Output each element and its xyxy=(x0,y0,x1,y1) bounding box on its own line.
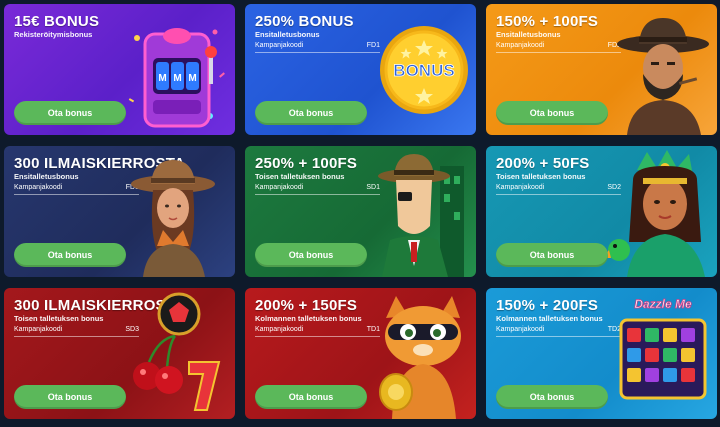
promo-code-label: Kampanjakoodi xyxy=(496,326,545,333)
cowboy-icon xyxy=(617,18,709,135)
slot-machine-icon: M M M xyxy=(128,28,225,128)
dazzle-me-slot-icon: Dazzle Me xyxy=(619,297,707,400)
bonus-subtitle: Toisen talletuksen bonus xyxy=(255,172,345,181)
bonus-grid: 15€ BONUS Rekisteröitymisbonus M M M Ota… xyxy=(4,4,717,419)
bonus-title: 15€ BONUS xyxy=(14,13,100,30)
bonus-title: 250% + 100FS xyxy=(255,155,358,172)
bonus-coin-icon: BONUS xyxy=(380,26,468,114)
promo-code-label: Kampanjakoodi xyxy=(255,326,304,333)
bonus-subtitle: Toisen talletuksen bonus xyxy=(14,314,104,323)
take-bonus-button[interactable]: Ota bonus xyxy=(255,101,367,125)
bonus-card-8: 200% + 150FS Kolmannen talletuksen bonus… xyxy=(245,288,476,419)
svg-text:M: M xyxy=(173,73,181,84)
bonus-card-6: 200% + 50FS Toisen talletuksen bonus Kam… xyxy=(486,146,717,277)
bonus-card-1: 15€ BONUS Rekisteröitymisbonus M M M Ota… xyxy=(4,4,235,135)
promo-code-label: Kampanjakoodi xyxy=(496,184,545,191)
bonus-subtitle: Kolmannen talletuksen bonus xyxy=(255,314,362,323)
svg-text:M: M xyxy=(188,73,196,84)
cherries-seven-icon xyxy=(133,292,221,411)
bonus-title: 200% + 150FS xyxy=(255,297,358,314)
bonus-subtitle: Toisen talletuksen bonus xyxy=(496,172,586,181)
aztec-girl-icon xyxy=(603,150,705,277)
take-bonus-button[interactable]: Ota bonus xyxy=(14,101,126,125)
bonus-title: 250% BONUS xyxy=(255,13,354,30)
bonus-card-9: 150% + 200FS Kolmannen talletuksen bonus… xyxy=(486,288,717,419)
bonus-title: 150% + 200FS xyxy=(496,297,599,314)
bonus-card-2: 250% BONUS Ensitalletusbonus Kampanjakoo… xyxy=(245,4,476,135)
bonus-card-4: 300 ILMAISKIERROSTA Ensitalletusbonus Ka… xyxy=(4,146,235,277)
promo-code-label: Kampanjakoodi xyxy=(496,42,545,49)
take-bonus-button[interactable]: Ota bonus xyxy=(14,243,126,267)
detective-icon xyxy=(378,154,464,277)
take-bonus-button[interactable]: Ota bonus xyxy=(14,385,126,409)
bonus-title: 150% + 100FS xyxy=(496,13,599,30)
promo-code-label: Kampanjakoodi xyxy=(14,184,63,191)
bonus-card-7: 300 ILMAISKIERROSTA Toisen talletuksen b… xyxy=(4,288,235,419)
bandit-cat-icon xyxy=(379,296,461,419)
take-bonus-button[interactable]: Ota bonus xyxy=(496,101,608,125)
svg-text:M: M xyxy=(158,73,166,84)
take-bonus-button[interactable]: Ota bonus xyxy=(255,243,367,267)
bonus-title: 200% + 50FS xyxy=(496,155,590,172)
bonus-subtitle: Ensitalletusbonus xyxy=(496,30,561,39)
bonus-subtitle: Rekisteröitymisbonus xyxy=(14,30,93,39)
bonus-subtitle: Kolmannen talletuksen bonus xyxy=(496,314,603,323)
bonus-subtitle: Ensitalletusbonus xyxy=(14,172,79,181)
bonus-card-3: 150% + 100FS Ensitalletusbonus Kampanjak… xyxy=(486,4,717,135)
take-bonus-button[interactable]: Ota bonus xyxy=(496,243,608,267)
promo-code-label: Kampanjakoodi xyxy=(255,184,304,191)
bonus-subtitle: Ensitalletusbonus xyxy=(255,30,320,39)
bonus-card-5: 250% + 100FS Toisen talletuksen bonus Ka… xyxy=(245,146,476,277)
promo-code-label: Kampanjakoodi xyxy=(255,42,304,49)
explorer-icon xyxy=(131,160,215,277)
promo-code-label: Kampanjakoodi xyxy=(14,326,63,333)
game-logo-text: Dazzle Me xyxy=(634,297,692,311)
take-bonus-button[interactable]: Ota bonus xyxy=(255,385,367,409)
coin-text: BONUS xyxy=(393,61,454,80)
take-bonus-button[interactable]: Ota bonus xyxy=(496,385,608,409)
